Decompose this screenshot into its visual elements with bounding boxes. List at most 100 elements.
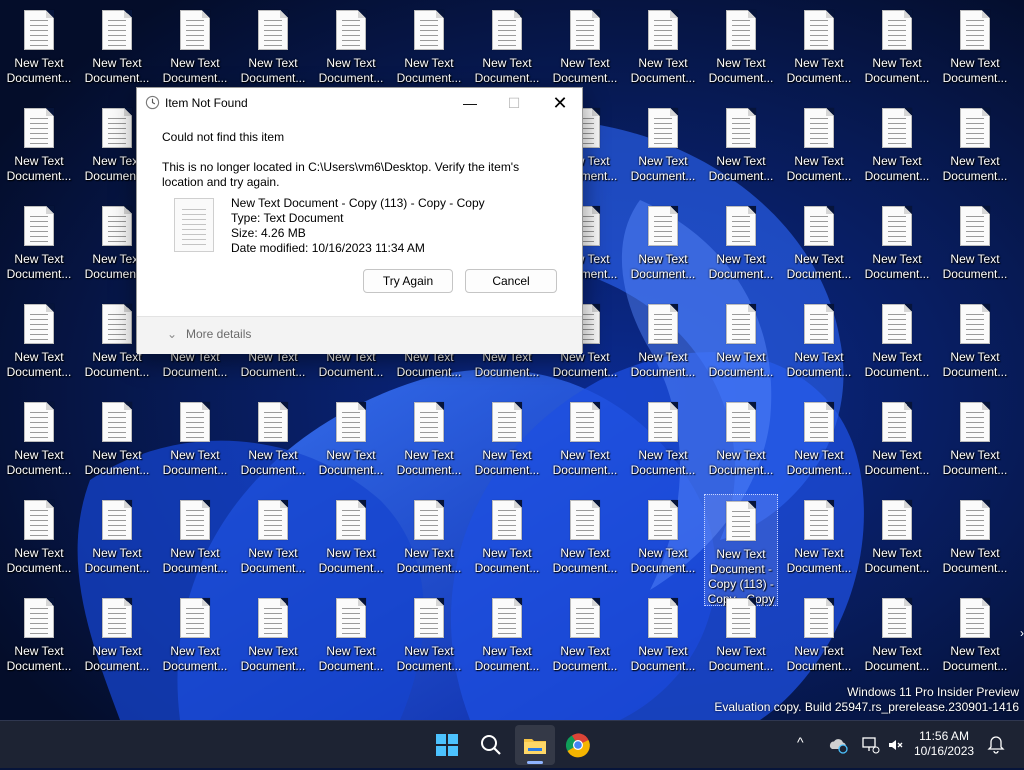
- desktop-file-icon[interactable]: New TextDocument...: [938, 396, 1012, 488]
- desktop-file-icon[interactable]: New TextDocument...: [782, 494, 856, 586]
- desktop-file-icon[interactable]: New TextDocument...: [236, 592, 310, 684]
- file-explorer-button[interactable]: [515, 725, 555, 765]
- desktop-file-icon[interactable]: New TextDocument...: [626, 494, 700, 586]
- desktop-file-icon[interactable]: New TextDocument...: [2, 4, 76, 96]
- desktop-file-icon[interactable]: New TextDocument...: [782, 102, 856, 194]
- desktop-file-icon[interactable]: New TextDocument...: [704, 200, 778, 292]
- desktop-file-icon[interactable]: New TextDocument...: [782, 200, 856, 292]
- text-document-icon: [804, 108, 834, 148]
- volume-muted-icon[interactable]: [886, 735, 906, 755]
- desktop-file-icon[interactable]: New TextDocument...: [158, 592, 232, 684]
- desktop-file-icon[interactable]: New TextDocument...: [236, 4, 310, 96]
- onedrive-icon[interactable]: [828, 735, 850, 755]
- desktop-file-icon[interactable]: New TextDocument...: [782, 592, 856, 684]
- desktop-file-icon[interactable]: New TextDocument...: [314, 396, 388, 488]
- file-name-line: Document...: [318, 659, 384, 673]
- file-name-line: Document...: [6, 365, 72, 379]
- desktop-file-icon[interactable]: New TextDocument...: [704, 4, 778, 96]
- text-document-icon: [336, 598, 366, 638]
- desktop-file-icon[interactable]: New TextDocument...: [548, 4, 622, 96]
- chrome-button[interactable]: [558, 725, 598, 765]
- desktop-file-icon[interactable]: New TextDocument...: [782, 4, 856, 96]
- desktop-file-icon[interactable]: New TextDocument...: [158, 396, 232, 488]
- file-name-line: New Text: [404, 644, 454, 658]
- desktop-file-icon[interactable]: New TextDocument...: [80, 4, 154, 96]
- desktop-file-icon[interactable]: New TextDocument -Copy (113) -Copy - Cop…: [704, 494, 778, 606]
- desktop-file-icon[interactable]: New TextDocument...: [392, 494, 466, 586]
- desktop-file-icon[interactable]: New TextDocument...: [2, 298, 76, 390]
- desktop-file-icon[interactable]: New TextDocument...: [80, 592, 154, 684]
- dialog-titlebar[interactable]: Item Not Found — ☐ ✕: [137, 88, 582, 118]
- desktop-file-icon[interactable]: New TextDocument...: [470, 592, 544, 684]
- desktop-file-icon[interactable]: New TextDocument...: [704, 298, 778, 390]
- desktop-file-icon[interactable]: New TextDocument...: [548, 494, 622, 586]
- desktop-file-icon[interactable]: New TextDocument...: [938, 592, 1012, 684]
- desktop-file-icon[interactable]: New TextDocument...: [626, 200, 700, 292]
- desktop-file-icon[interactable]: New TextDocument...: [548, 396, 622, 488]
- network-icon[interactable]: [860, 735, 882, 755]
- desktop-file-icon[interactable]: New TextDocument...: [938, 4, 1012, 96]
- desktop-file-icon[interactable]: New TextDocument...: [470, 494, 544, 586]
- notification-bell-icon[interactable]: [987, 735, 1005, 755]
- file-name-label: New TextDocument...: [2, 154, 76, 184]
- desktop-file-icon[interactable]: New TextDocument...: [938, 494, 1012, 586]
- desktop-file-icon[interactable]: New TextDocument...: [236, 494, 310, 586]
- desktop-file-icon[interactable]: New TextDocument...: [938, 200, 1012, 292]
- file-name-label: New TextDocument...: [392, 448, 466, 478]
- desktop-file-icon[interactable]: New TextDocument...: [938, 102, 1012, 194]
- desktop-file-icon[interactable]: New TextDocument...: [236, 396, 310, 488]
- desktop-file-icon[interactable]: New TextDocument...: [392, 4, 466, 96]
- cancel-button[interactable]: Cancel: [465, 269, 557, 293]
- desktop-file-icon[interactable]: New TextDocument...: [626, 4, 700, 96]
- desktop-file-icon[interactable]: New TextDocument...: [782, 298, 856, 390]
- desktop-file-icon[interactable]: New TextDocument...: [860, 4, 934, 96]
- desktop-file-icon[interactable]: New TextDocument...: [2, 592, 76, 684]
- more-details-toggle[interactable]: ⌄ More details: [167, 327, 251, 341]
- desktop-file-icon[interactable]: New TextDocument...: [938, 298, 1012, 390]
- start-button[interactable]: [427, 725, 467, 765]
- desktop-file-icon[interactable]: New TextDocument...: [80, 494, 154, 586]
- desktop-file-icon[interactable]: New TextDocument...: [860, 102, 934, 194]
- desktop-file-icon[interactable]: New TextDocument...: [860, 592, 934, 684]
- desktop-file-icon[interactable]: New TextDocument...: [704, 396, 778, 488]
- desktop-file-icon[interactable]: New TextDocument...: [2, 102, 76, 194]
- desktop-file-icon[interactable]: New TextDocument...: [158, 4, 232, 96]
- desktop-file-icon[interactable]: New TextDocument...: [704, 102, 778, 194]
- desktop-file-icon[interactable]: New TextDocument...: [392, 396, 466, 488]
- try-again-button[interactable]: Try Again: [363, 269, 453, 293]
- file-name-label: New TextDocument...: [704, 350, 778, 380]
- show-hidden-icons-chevron[interactable]: ^: [797, 734, 804, 750]
- file-name-label: New TextDocument...: [2, 644, 76, 674]
- search-button[interactable]: [471, 725, 511, 765]
- desktop-file-icon[interactable]: New TextDocument...: [80, 396, 154, 488]
- desktop-file-icon[interactable]: New TextDocument...: [626, 592, 700, 684]
- desktop-file-icon[interactable]: New TextDocument...: [2, 494, 76, 586]
- desktop-file-icon[interactable]: New TextDocument...: [860, 396, 934, 488]
- desktop-file-icon[interactable]: New TextDocument...: [314, 4, 388, 96]
- desktop-file-icon[interactable]: New TextDocument...: [158, 494, 232, 586]
- text-document-icon: [648, 402, 678, 442]
- text-document-icon: [336, 500, 366, 540]
- desktop-file-icon[interactable]: New TextDocument...: [314, 494, 388, 586]
- desktop-file-icon[interactable]: New TextDocument...: [2, 396, 76, 488]
- file-name-line: Document...: [552, 659, 618, 673]
- desktop-file-icon[interactable]: New TextDocument...: [314, 592, 388, 684]
- desktop-file-icon[interactable]: New TextDocument...: [2, 200, 76, 292]
- desktop-file-icon[interactable]: New TextDocument...: [548, 592, 622, 684]
- desktop-file-icon[interactable]: New TextDocument...: [782, 396, 856, 488]
- desktop-file-icon[interactable]: New TextDocument...: [626, 298, 700, 390]
- close-button[interactable]: ✕: [537, 88, 583, 118]
- desktop-file-icon[interactable]: New TextDocument...: [470, 4, 544, 96]
- desktop-file-icon[interactable]: New TextDocument...: [392, 592, 466, 684]
- desktop-file-icon[interactable]: New TextDocument...: [626, 396, 700, 488]
- desktop-file-icon[interactable]: New TextDocument...: [860, 298, 934, 390]
- desktop-file-icon[interactable]: New TextDocument...: [860, 494, 934, 586]
- desktop-file-icon[interactable]: New TextDocument...: [626, 102, 700, 194]
- desktop-file-icon[interactable]: New TextDocument...: [470, 396, 544, 488]
- desktop-file-icon[interactable]: New TextDocument...: [860, 200, 934, 292]
- clock[interactable]: 11:56 AM 10/16/2023: [914, 729, 974, 759]
- file-name-line: Document...: [6, 169, 72, 183]
- minimize-button[interactable]: —: [447, 88, 493, 118]
- desktop-file-icon[interactable]: New TextDocument...: [704, 592, 778, 684]
- dialog-footer: ⌄ More details: [137, 316, 582, 354]
